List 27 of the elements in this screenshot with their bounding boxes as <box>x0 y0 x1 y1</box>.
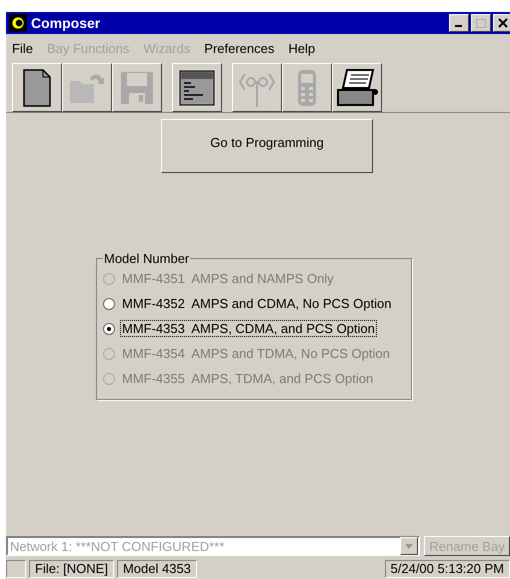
radio-button[interactable] <box>103 322 115 334</box>
report-button[interactable] <box>172 63 222 112</box>
group-title: Model Number <box>103 251 190 266</box>
status-file: File: [NONE] <box>29 560 114 578</box>
radio-button[interactable] <box>103 298 115 310</box>
new-button[interactable] <box>12 63 62 112</box>
status-model: Model 4353 <box>116 560 197 578</box>
printer-button[interactable] <box>332 63 382 112</box>
maximize-icon <box>476 18 486 28</box>
go-to-programming-button[interactable]: Go to Programming <box>161 119 373 173</box>
option-label[interactable]: MMF-4352 AMPS and CDMA, No PCS Option <box>120 295 394 312</box>
printer-icon <box>335 68 379 108</box>
menu-item[interactable]: File <box>12 40 33 56</box>
close-button[interactable] <box>493 14 510 32</box>
app-icon <box>9 14 27 32</box>
maximize-button[interactable] <box>471 14 491 32</box>
option-label[interactable]: MMF-4353 AMPS, CDMA, and PCS Option <box>120 320 377 337</box>
minimize-button[interactable] <box>449 14 469 32</box>
window-title: Composer <box>31 15 100 31</box>
menu-item[interactable]: Help <box>288 40 316 56</box>
status-time: 5/24/00 5:13:20 PM <box>384 560 510 578</box>
status-panel <box>6 560 26 578</box>
document-icon <box>23 68 51 106</box>
close-icon <box>498 18 508 28</box>
menu-item[interactable]: Preferences <box>204 40 274 56</box>
phone-icon <box>297 68 317 106</box>
report-icon <box>179 70 215 106</box>
